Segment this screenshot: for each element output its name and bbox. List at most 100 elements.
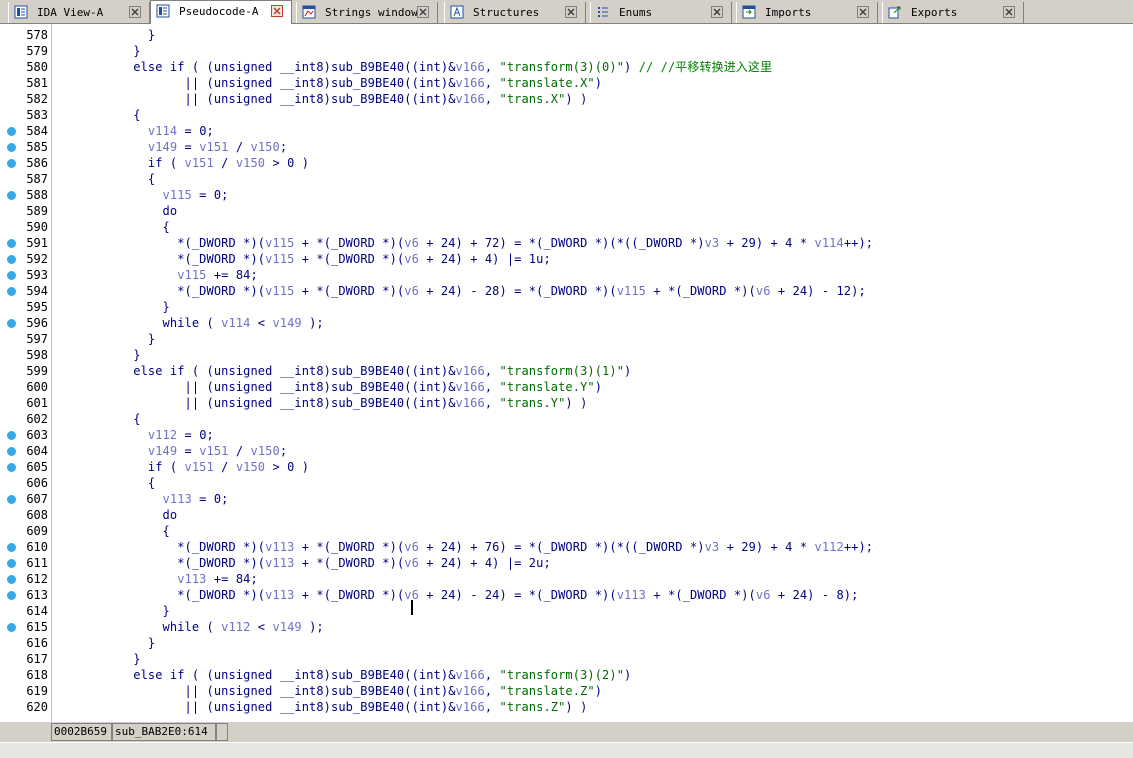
code-line[interactable]: } xyxy=(60,299,170,315)
code-line[interactable]: { xyxy=(60,475,155,491)
code-line[interactable]: } xyxy=(60,43,141,59)
tab-structures[interactable]: Structures xyxy=(444,2,586,23)
close-icon[interactable] xyxy=(857,6,869,18)
line-number: 595 xyxy=(0,299,52,315)
breakpoint-dot-icon[interactable] xyxy=(7,447,16,456)
code-line[interactable]: *(_DWORD *)(v113 + *(_DWORD *)(v6 + 24) … xyxy=(60,555,551,571)
line-number: 613 xyxy=(0,587,52,603)
breakpoint-dot-icon[interactable] xyxy=(7,287,16,296)
breakpoint-dot-icon[interactable] xyxy=(7,143,16,152)
line-number-text: 609 xyxy=(26,524,48,538)
breakpoint-dot-icon[interactable] xyxy=(7,191,16,200)
status-bar: 0002B659 sub_BAB2E0:614 xyxy=(0,722,1133,758)
code-variable: v149 xyxy=(147,444,178,458)
close-icon[interactable] xyxy=(711,6,723,18)
breakpoint-dot-icon[interactable] xyxy=(7,559,16,568)
code-line[interactable]: { xyxy=(60,107,141,123)
code-line[interactable]: *(_DWORD *)(v115 + *(_DWORD *)(v6 + 24) … xyxy=(60,235,873,251)
breakpoint-dot-icon[interactable] xyxy=(7,319,16,328)
code-line[interactable]: do xyxy=(60,203,178,219)
code-line[interactable]: if ( v151 / v150 > 0 ) xyxy=(60,459,309,475)
tab-enums[interactable]: Enums xyxy=(590,2,732,23)
code-line[interactable]: || (unsigned __int8)sub_B9BE40((int)&v16… xyxy=(60,683,602,699)
breakpoint-dot-icon[interactable] xyxy=(7,239,16,248)
code-line[interactable]: || (unsigned __int8)sub_B9BE40((int)&v16… xyxy=(60,699,588,715)
code-line[interactable]: v149 = v151 / v150; xyxy=(60,443,287,459)
close-icon[interactable] xyxy=(417,6,429,18)
line-number: 618 xyxy=(0,667,52,683)
code-variable: v6 xyxy=(404,556,419,570)
code-line[interactable]: || (unsigned __int8)sub_B9BE40((int)&v16… xyxy=(60,91,588,107)
close-icon[interactable] xyxy=(271,5,283,17)
code-string: "translate.Y" xyxy=(499,380,595,394)
code-line[interactable]: *(_DWORD *)(v113 + *(_DWORD *)(v6 + 24) … xyxy=(60,587,858,603)
line-number: 611 xyxy=(0,555,52,571)
tab-exports[interactable]: Exports xyxy=(882,2,1024,23)
code-line[interactable]: else if ( (unsigned __int8)sub_B9BE40((i… xyxy=(60,59,772,75)
close-icon[interactable] xyxy=(1003,6,1015,18)
code-line[interactable]: } xyxy=(60,331,155,347)
code-line[interactable]: { xyxy=(60,523,170,539)
code-line[interactable]: || (unsigned __int8)sub_B9BE40((int)&v16… xyxy=(60,75,602,91)
line-number: 578 xyxy=(0,27,52,43)
line-number-text: 612 xyxy=(26,572,48,586)
line-number: 600 xyxy=(0,379,52,395)
tab-ida-view-a[interactable]: IDA View-A xyxy=(8,2,150,23)
code-line[interactable]: do xyxy=(60,507,178,523)
code-line[interactable]: *(_DWORD *)(v115 + *(_DWORD *)(v6 + 24) … xyxy=(60,283,866,299)
code-variable: v115 xyxy=(177,268,207,282)
pseudocode-editor[interactable]: 578 579 580 581 582 583 584 585 586 587 588 589 590 5… xyxy=(0,24,1133,722)
code-line[interactable]: { xyxy=(60,171,155,187)
code-line[interactable]: v113 = 0; xyxy=(60,491,229,507)
code-line[interactable]: v113 += 84; xyxy=(60,571,258,587)
code-area[interactable]: } } else if ( (unsigned __int8)sub_B9BE4… xyxy=(60,24,1133,722)
code-line[interactable]: if ( v151 / v150 > 0 ) xyxy=(60,155,309,171)
code-line[interactable]: v149 = v151 / v150; xyxy=(60,139,287,155)
code-line[interactable]: else if ( (unsigned __int8)sub_B9BE40((i… xyxy=(60,363,631,379)
code-string: "transform(3)(1)" xyxy=(499,364,625,378)
breakpoint-dot-icon[interactable] xyxy=(7,591,16,600)
code-line[interactable]: v112 = 0; xyxy=(60,427,214,443)
line-number-text: 606 xyxy=(26,476,48,490)
breakpoint-dot-icon[interactable] xyxy=(7,495,16,504)
tab-imports[interactable]: Imports xyxy=(736,2,878,23)
tab-strings-window[interactable]: Strings window xyxy=(296,2,438,23)
breakpoint-dot-icon[interactable] xyxy=(7,271,16,280)
code-line[interactable]: } xyxy=(60,347,141,363)
code-line[interactable]: } xyxy=(60,27,155,43)
breakpoint-dot-icon[interactable] xyxy=(7,543,16,552)
code-line[interactable]: *(_DWORD *)(v113 + *(_DWORD *)(v6 + 24) … xyxy=(60,539,873,555)
code-variable: v112 xyxy=(814,540,844,554)
code-line[interactable]: while ( v112 < v149 ); xyxy=(60,619,324,635)
close-icon[interactable] xyxy=(565,6,577,18)
breakpoint-dot-icon[interactable] xyxy=(7,127,16,136)
code-line[interactable]: || (unsigned __int8)sub_B9BE40((int)&v16… xyxy=(60,379,602,395)
breakpoint-dot-icon[interactable] xyxy=(7,623,16,632)
breakpoint-dot-icon[interactable] xyxy=(7,159,16,168)
code-line[interactable]: v115 = 0; xyxy=(60,187,229,203)
line-number: 581 xyxy=(0,75,52,91)
code-line[interactable]: v114 = 0; xyxy=(60,123,214,139)
horizontal-scrollbar[interactable] xyxy=(0,742,1133,758)
code-line[interactable]: || (unsigned __int8)sub_B9BE40((int)&v16… xyxy=(60,395,588,411)
breakpoint-dot-icon[interactable] xyxy=(7,431,16,440)
close-icon[interactable] xyxy=(129,6,141,18)
code-line[interactable]: { xyxy=(60,219,170,235)
code-line[interactable]: } xyxy=(60,651,141,667)
code-line[interactable]: v115 += 84; xyxy=(60,267,258,283)
line-number: 588 xyxy=(0,187,52,203)
code-line[interactable]: } xyxy=(60,635,155,651)
line-number: 585 xyxy=(0,139,52,155)
code-line[interactable]: *(_DWORD *)(v115 + *(_DWORD *)(v6 + 24) … xyxy=(60,251,551,267)
code-line[interactable]: } xyxy=(60,603,170,619)
breakpoint-dot-icon[interactable] xyxy=(7,463,16,472)
code-line[interactable]: while ( v114 < v149 ); xyxy=(60,315,324,331)
breakpoint-dot-icon[interactable] xyxy=(7,575,16,584)
code-line[interactable]: else if ( (unsigned __int8)sub_B9BE40((i… xyxy=(60,667,631,683)
breakpoint-dot-icon[interactable] xyxy=(7,255,16,264)
line-number-text: 599 xyxy=(26,364,48,378)
line-number-text: 613 xyxy=(26,588,48,602)
line-number-text: 598 xyxy=(26,348,48,362)
code-line[interactable]: { xyxy=(60,411,141,427)
tab-pseudocode-a[interactable]: Pseudocode-A xyxy=(150,0,292,24)
